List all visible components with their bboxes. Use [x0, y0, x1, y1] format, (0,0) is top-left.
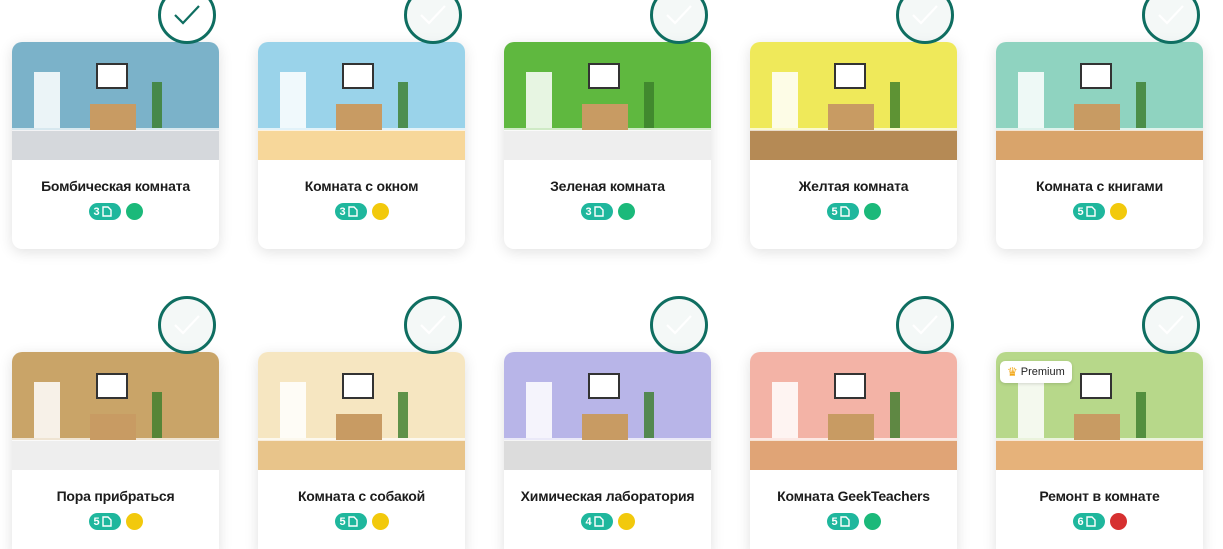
page-count: 3: [93, 205, 100, 218]
difficulty-dot: [1109, 513, 1127, 530]
page-icon: [1085, 206, 1096, 217]
page-count-badge: 6: [1072, 513, 1105, 530]
difficulty-dot: [125, 513, 143, 530]
room-meta: 5: [12, 513, 219, 530]
room-thumbnail: [258, 352, 465, 470]
room-title: Бомбическая комната: [41, 178, 190, 194]
page-count-badge: 3: [334, 203, 367, 220]
page-icon: [347, 206, 358, 217]
page-icon: [839, 516, 850, 527]
completed-check-icon: [158, 0, 216, 44]
completed-check-icon: [1142, 296, 1200, 354]
room-card[interactable]: Пора прибраться 5: [12, 352, 219, 549]
page-icon: [101, 516, 112, 527]
page-count-badge: 5: [1072, 203, 1105, 220]
room-card[interactable]: Химическая лаборатория 4: [504, 352, 711, 549]
difficulty-dot: [371, 203, 389, 220]
room-thumbnail: [12, 352, 219, 470]
completed-check-icon: [896, 296, 954, 354]
completed-check-icon: [404, 0, 462, 44]
difficulty-dot: [863, 513, 881, 530]
room-card[interactable]: Комната с книгами 5: [996, 42, 1203, 249]
room-meta: 3: [258, 203, 465, 220]
page-icon: [593, 206, 604, 217]
page-count: 5: [93, 515, 100, 528]
room-title: Комната с книгами: [1036, 178, 1163, 194]
page-count: 6: [1077, 515, 1084, 528]
room-title: Зеленая комната: [550, 178, 665, 194]
room-card[interactable]: Зеленая комната 3: [504, 42, 711, 249]
room-thumbnail: [504, 352, 711, 470]
page-icon: [593, 516, 604, 527]
room-meta: 5: [750, 513, 957, 530]
room-title: Желтая комната: [798, 178, 909, 194]
page-count-badge: 5: [826, 203, 859, 220]
room-title: Химическая лаборатория: [520, 488, 695, 504]
page-count-badge: 3: [580, 203, 613, 220]
room-meta: 5: [258, 513, 465, 530]
page-count-badge: 3: [88, 203, 121, 220]
difficulty-dot: [617, 203, 635, 220]
page-count: 3: [339, 205, 346, 218]
page-count: 4: [585, 515, 592, 528]
page-count-badge: 4: [580, 513, 613, 530]
premium-badge: ♛ Premium: [1000, 361, 1072, 383]
difficulty-dot: [371, 513, 389, 530]
room-card[interactable]: ♛ Premium Ремонт в комнате 6: [996, 352, 1203, 549]
page-icon: [347, 516, 358, 527]
room-meta: 5: [750, 203, 957, 220]
room-thumbnail: [504, 42, 711, 160]
page-count: 5: [831, 515, 838, 528]
premium-label: Premium: [1020, 366, 1065, 378]
completed-check-icon: [896, 0, 954, 44]
page-icon: [101, 206, 112, 217]
completed-check-icon: [404, 296, 462, 354]
completed-check-icon: [650, 296, 708, 354]
difficulty-dot: [617, 513, 635, 530]
room-meta: 3: [12, 203, 219, 220]
room-thumbnail: [750, 352, 957, 470]
crown-icon: ♛: [1007, 365, 1018, 379]
completed-check-icon: [158, 296, 216, 354]
room-thumbnail: [258, 42, 465, 160]
room-title: Комната с окном: [304, 178, 419, 194]
page-count: 5: [831, 205, 838, 218]
completed-check-icon: [1142, 0, 1200, 44]
difficulty-dot: [1109, 203, 1127, 220]
room-meta: 4: [504, 513, 711, 530]
page-count-badge: 5: [88, 513, 121, 530]
room-thumbnail: [750, 42, 957, 160]
room-card[interactable]: Комната с собакой 5: [258, 352, 465, 549]
room-card[interactable]: Бомбическая комната 3: [12, 42, 219, 249]
page-icon: [1085, 516, 1096, 527]
room-card[interactable]: Желтая комната 5: [750, 42, 957, 249]
page-icon: [839, 206, 850, 217]
difficulty-dot: [863, 203, 881, 220]
room-title: Комната с собакой: [297, 488, 426, 504]
completed-check-icon: [650, 0, 708, 44]
page-count-badge: 5: [334, 513, 367, 530]
room-title: Комната GeekTeachers: [777, 488, 930, 504]
difficulty-dot: [125, 203, 143, 220]
page-count: 5: [1077, 205, 1084, 218]
room-card[interactable]: Комната GeekTeachers 5: [750, 352, 957, 549]
room-card[interactable]: Комната с окном 3: [258, 42, 465, 249]
room-title: Ремонт в комнате: [1039, 488, 1160, 504]
page-count-badge: 5: [826, 513, 859, 530]
room-thumbnail: [12, 42, 219, 160]
room-title: Пора прибраться: [56, 488, 175, 504]
room-meta: 3: [504, 203, 711, 220]
room-meta: 6: [996, 513, 1203, 530]
room-thumbnail: [996, 42, 1203, 160]
room-meta: 5: [996, 203, 1203, 220]
page-count: 3: [585, 205, 592, 218]
page-count: 5: [339, 515, 346, 528]
